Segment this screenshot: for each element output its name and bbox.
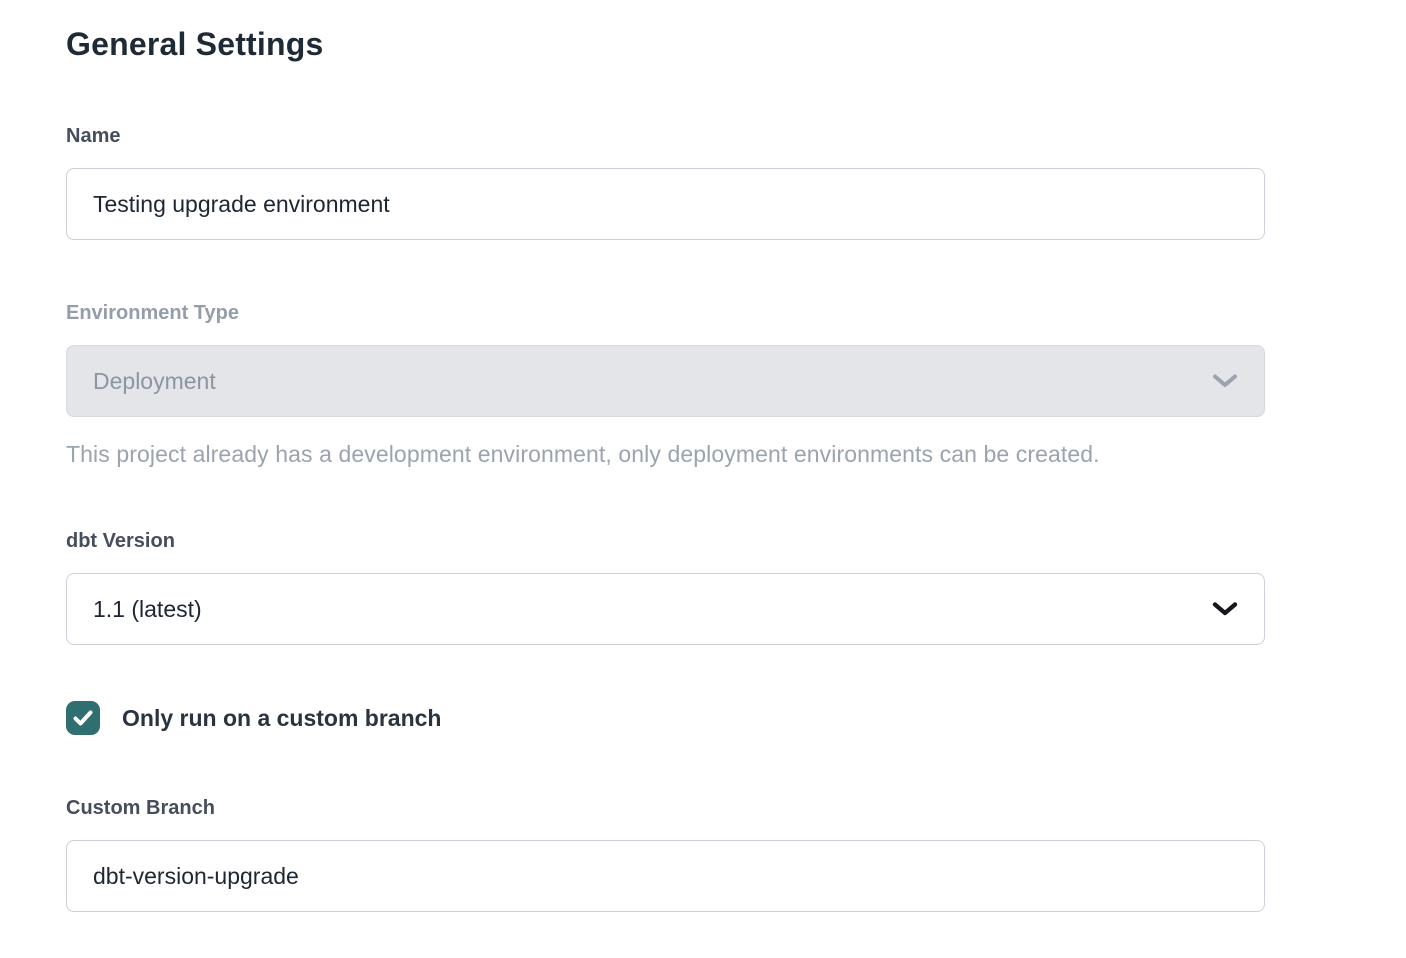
environment-type-select: Deployment <box>66 345 1265 417</box>
custom-branch-checkbox[interactable] <box>66 701 100 735</box>
custom-branch-label: Custom Branch <box>66 797 1265 820</box>
checkmark-icon <box>72 709 94 727</box>
general-settings-page: General Settings Name Environment Type D… <box>0 0 1406 912</box>
chevron-down-icon <box>1212 373 1238 389</box>
chevron-down-icon <box>1212 601 1238 617</box>
environment-type-helper-text: This project already has a development e… <box>66 441 1265 468</box>
environment-type-value: Deployment <box>93 368 216 395</box>
name-label: Name <box>66 125 1265 148</box>
name-field-group: Name <box>66 125 1265 240</box>
environment-type-label: Environment Type <box>66 302 1265 325</box>
custom-branch-checkbox-row: Only run on a custom branch <box>66 701 1265 735</box>
custom-branch-input[interactable] <box>66 840 1265 912</box>
dbt-version-value: 1.1 (latest) <box>93 596 202 623</box>
name-input[interactable] <box>66 168 1265 240</box>
environment-type-field-group: Environment Type Deployment This project… <box>66 302 1265 468</box>
custom-branch-field-group: Custom Branch <box>66 797 1265 912</box>
dbt-version-label: dbt Version <box>66 530 1265 553</box>
page-title: General Settings <box>66 26 1406 63</box>
dbt-version-field-group: dbt Version 1.1 (latest) <box>66 530 1265 645</box>
dbt-version-select[interactable]: 1.1 (latest) <box>66 573 1265 645</box>
custom-branch-checkbox-label[interactable]: Only run on a custom branch <box>122 705 441 732</box>
